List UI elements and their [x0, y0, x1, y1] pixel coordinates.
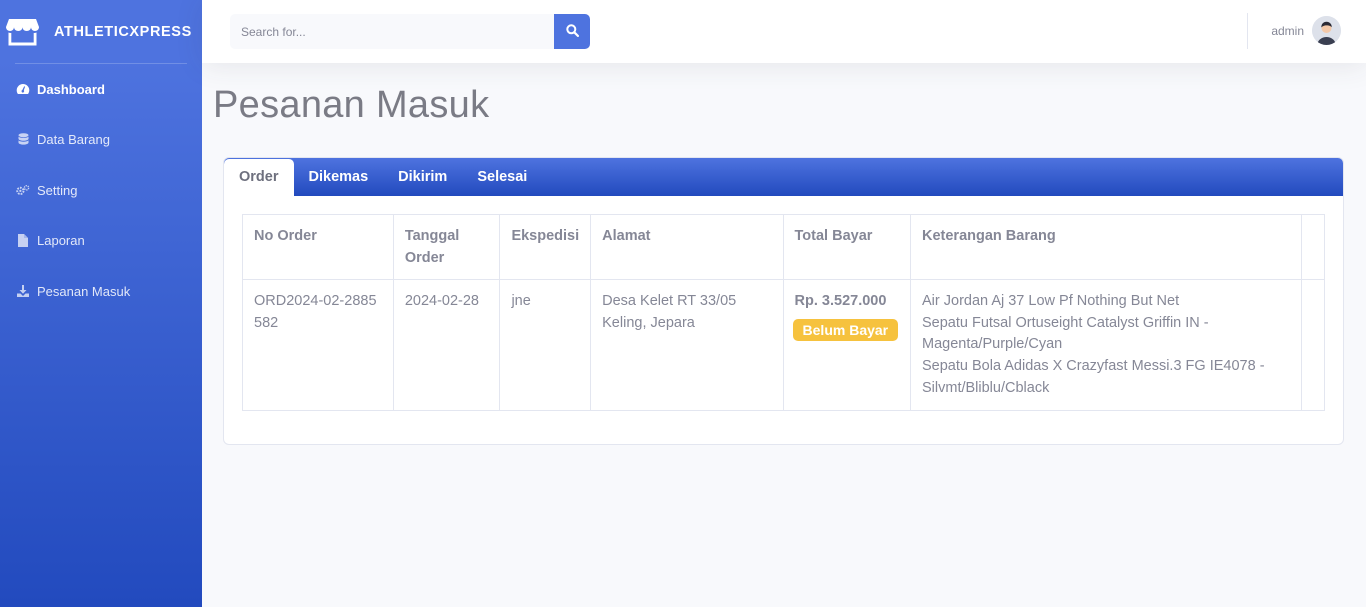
- orders-table: No Order Tanggal Order Ekspedisi Alamat …: [242, 214, 1326, 411]
- user-menu[interactable]: admin: [1271, 16, 1341, 45]
- sidebar-item-label: Data Barang: [37, 132, 110, 148]
- tachometer-icon: [16, 82, 30, 96]
- sidebar-item-data-barang[interactable]: Data Barang: [0, 115, 202, 166]
- cell-tanggal: 2024-02-28: [392, 279, 501, 411]
- database-icon: [16, 133, 30, 147]
- search-icon: [565, 23, 579, 40]
- topbar: admin: [202, 0, 1366, 63]
- cell-empty: [1300, 279, 1326, 411]
- search-bar: [230, 14, 590, 49]
- column-header-no-order: No Order: [242, 214, 394, 280]
- search-button[interactable]: [554, 14, 590, 49]
- table-header-row: No Order Tanggal Order Ekspedisi Alamat …: [242, 214, 1326, 280]
- card-header: Order Dikemas Dikirim Selesai: [224, 158, 1343, 196]
- brand-name: ATHLETICXPRESS: [54, 23, 192, 40]
- list-item: Sepatu Bola Adidas X Crazyfast Messi.3 F…: [922, 358, 1265, 396]
- sidebar-item-laporan[interactable]: Laporan: [0, 216, 202, 267]
- page-title: Pesanan Masuk: [213, 84, 490, 126]
- store-icon: [6, 17, 39, 47]
- list-item: Sepatu Futsal Ortuseight Catalyst Griffi…: [922, 314, 1209, 353]
- column-header-empty: [1300, 214, 1326, 280]
- sidebar-item-label: Pesanan Masuk: [37, 283, 131, 299]
- total-amount: Rp. 3.527.000: [794, 293, 887, 309]
- sidebar-item-setting[interactable]: Setting: [0, 165, 202, 216]
- download-icon: [16, 284, 30, 298]
- cell-keterangan-barang: Air Jordan Aj 37 Low Pf Nothing But Net …: [910, 279, 1302, 411]
- sidebar-item-label: Laporan: [37, 233, 85, 249]
- column-header-tanggal-order: Tanggal Order: [392, 214, 501, 280]
- brand[interactable]: ATHLETICXPRESS: [0, 0, 202, 63]
- order-tabs: Order Dikemas Dikirim Selesai: [224, 158, 1343, 196]
- table-row: ORD2024-02-2885582 2024-02-28 jne Desa K…: [242, 279, 1326, 411]
- cell-total-bayar: Rp. 3.527.000 Belum Bayar: [782, 279, 912, 411]
- sidebar: ATHLETICXPRESS Dashboard Data Barang Set…: [0, 0, 202, 607]
- topbar-divider: [1247, 13, 1248, 49]
- orders-card: Order Dikemas Dikirim Selesai No Order T…: [223, 157, 1344, 445]
- column-header-keterangan-barang: Keterangan Barang: [910, 214, 1302, 280]
- cell-alamat: Desa Kelet RT 33/05 Keling, Jepara: [590, 279, 784, 411]
- sidebar-item-pesanan-masuk[interactable]: Pesanan Masuk: [0, 266, 202, 317]
- cell-no-order: ORD2024-02-2885582: [242, 279, 394, 411]
- tab-order[interactable]: Order: [224, 159, 294, 196]
- tab-dikirim[interactable]: Dikirim: [383, 158, 462, 196]
- sidebar-item-dashboard[interactable]: Dashboard: [0, 64, 202, 115]
- column-header-alamat: Alamat: [590, 214, 784, 280]
- cell-ekspedisi: jne: [499, 279, 592, 411]
- sidebar-item-label: Dashboard: [37, 81, 105, 97]
- status-badge: Belum Bayar: [792, 318, 899, 341]
- file-icon: [16, 234, 30, 248]
- column-header-total-bayar: Total Bayar: [782, 214, 912, 280]
- user-name: admin: [1271, 23, 1304, 38]
- avatar: [1312, 16, 1341, 45]
- sidebar-item-label: Setting: [37, 182, 78, 198]
- search-input[interactable]: [230, 14, 554, 49]
- cogs-icon: [16, 183, 30, 197]
- column-header-ekspedisi: Ekspedisi: [499, 214, 592, 280]
- tab-selesai[interactable]: Selesai: [462, 158, 542, 196]
- tab-dikemas[interactable]: Dikemas: [294, 158, 384, 196]
- list-item: Air Jordan Aj 37 Low Pf Nothing But Net: [922, 293, 1180, 309]
